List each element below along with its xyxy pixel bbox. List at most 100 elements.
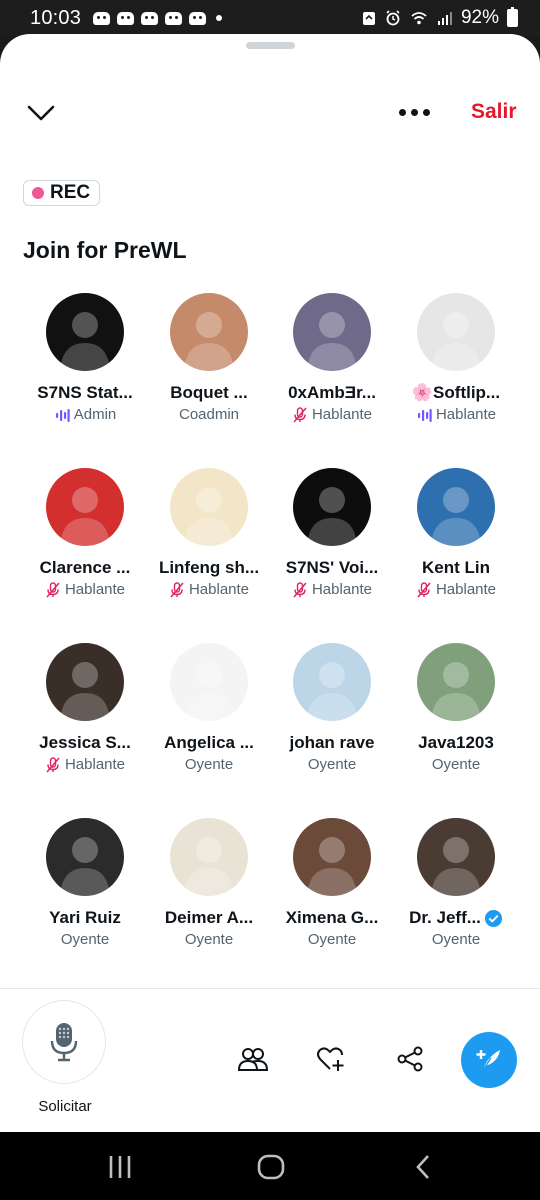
participant-role: Hablante (394, 581, 518, 598)
avatar-silhouette-icon (431, 487, 481, 546)
participant-card[interactable]: Yari Ruiz Oyente (23, 818, 147, 948)
avatar-silhouette-icon (184, 662, 234, 721)
avatar (170, 468, 248, 546)
speaking-bars-icon (55, 408, 70, 422)
participant-name: johan rave (270, 733, 394, 753)
battery-icon (507, 7, 518, 27)
leave-button[interactable]: Salir (471, 100, 517, 124)
avatar (170, 293, 248, 371)
participant-role: Oyente (147, 756, 271, 773)
participant-name: S7NS' Voi... (270, 558, 394, 578)
recycle-icon (362, 12, 375, 25)
participant-role: Oyente (270, 931, 394, 948)
avatar (417, 468, 495, 546)
participant-card[interactable]: Ximena G... Oyente (270, 818, 394, 948)
participant-card[interactable]: Boquet ... Coadmin (147, 293, 271, 423)
participant-role-text: Oyente (184, 756, 234, 773)
sheet-grabber[interactable] (246, 42, 295, 49)
avatar (293, 293, 371, 371)
avatar-silhouette-icon (60, 487, 110, 546)
participant-name: Jessica S... (23, 733, 147, 753)
participant-name: Java1203 (394, 733, 518, 753)
minimize-button[interactable] (24, 98, 58, 128)
signal-icon (437, 12, 452, 25)
dot-icon (410, 108, 418, 116)
avatar (417, 643, 495, 721)
reactions-button[interactable] (315, 1043, 347, 1075)
participant-card[interactable]: Deimer A... Oyente (147, 818, 271, 948)
participant-role: Admin (23, 406, 147, 423)
discord-icon (165, 11, 183, 25)
dot-icon (422, 108, 430, 116)
participant-card[interactable]: 0xAmbƎr... Hablante (270, 293, 394, 423)
participant-card[interactable]: S7NS Stat... Admin (23, 293, 147, 423)
participant-role: Oyente (270, 756, 394, 773)
home-button[interactable] (251, 1152, 291, 1182)
participant-name-text: Angelica ... (164, 733, 254, 752)
avatar-silhouette-icon (431, 312, 481, 371)
participant-name-text: johan rave (289, 733, 375, 752)
participant-card[interactable]: johan rave Oyente (270, 643, 394, 773)
participant-role-text: Oyente (184, 931, 234, 948)
home-icon (257, 1154, 285, 1180)
avatar-silhouette-icon (307, 312, 357, 371)
participant-card[interactable]: Linfeng sh... Hablante (147, 468, 271, 598)
participant-name-text: Jessica S... (39, 733, 131, 752)
avatar-silhouette-icon (60, 662, 110, 721)
participant-card[interactable]: Dr. Jeff... Oyente (394, 818, 518, 948)
participant-card[interactable]: Java1203 Oyente (394, 643, 518, 773)
participant-card[interactable]: Jessica S... Hablante (23, 643, 147, 773)
space-title: Join for PreWL (23, 237, 187, 263)
participant-name: Yari Ruiz (23, 908, 147, 928)
more-options-button[interactable] (394, 100, 434, 124)
participant-role-text: Admin (73, 406, 117, 423)
avatar-silhouette-icon (307, 487, 357, 546)
avatar-silhouette-icon (307, 662, 357, 721)
participant-role-text: Hablante (64, 756, 126, 773)
participant-role-text: Hablante (311, 406, 373, 423)
participant-card[interactable]: Angelica ... Oyente (147, 643, 271, 773)
participant-name: Deimer A... (147, 908, 271, 928)
avatar-silhouette-icon (184, 837, 234, 896)
participant-card[interactable]: Clarence ... Hablante (23, 468, 147, 598)
wifi-icon (411, 12, 427, 25)
request-to-speak-button[interactable] (22, 1000, 106, 1084)
mic-off-icon (417, 581, 431, 597)
more-notifications-dot (216, 15, 223, 21)
heart-plus-icon (317, 1047, 344, 1071)
avatar-silhouette-icon (60, 312, 110, 371)
microphone-icon (50, 1023, 78, 1062)
mic-off-icon (46, 581, 60, 597)
status-right: 92% (361, 7, 518, 29)
share-icon (397, 1046, 423, 1072)
avatar (46, 293, 124, 371)
mic-off-icon (46, 756, 60, 772)
mic-off-icon (293, 406, 307, 422)
avatar (293, 468, 371, 546)
recent-apps-button[interactable] (100, 1152, 140, 1182)
people-button[interactable] (237, 1043, 269, 1075)
back-icon (416, 1155, 429, 1179)
participant-card[interactable]: Kent Lin Hablante (394, 468, 518, 598)
participant-name: 0xAmbƎr... (270, 383, 394, 403)
avatar-silhouette-icon (307, 837, 357, 896)
participant-card[interactable]: S7NS' Voi... Hablante (270, 468, 394, 598)
share-button[interactable] (394, 1043, 426, 1075)
discord-icon (189, 11, 207, 25)
participant-role-text: Oyente (60, 931, 110, 948)
participant-name: 🌸Softlip... (394, 383, 518, 403)
participant-name-text: Ximena G... (285, 908, 379, 927)
avatar (170, 818, 248, 896)
discord-icon (93, 11, 111, 25)
participant-name-text: 🌸Softlip... (411, 383, 501, 402)
participant-name: Angelica ... (147, 733, 271, 753)
participant-role-text: Hablante (188, 581, 250, 598)
participant-name: Kent Lin (394, 558, 518, 578)
back-button[interactable] (403, 1152, 443, 1182)
compose-tweet-button[interactable] (461, 1032, 517, 1088)
avatar-silhouette-icon (184, 312, 234, 371)
participant-card[interactable]: 🌸Softlip... Hablante (394, 293, 518, 423)
participant-role-text: Oyente (431, 756, 481, 773)
participant-name-text: S7NS Stat... (37, 383, 133, 402)
participant-name-text: S7NS' Voi... (285, 558, 379, 577)
